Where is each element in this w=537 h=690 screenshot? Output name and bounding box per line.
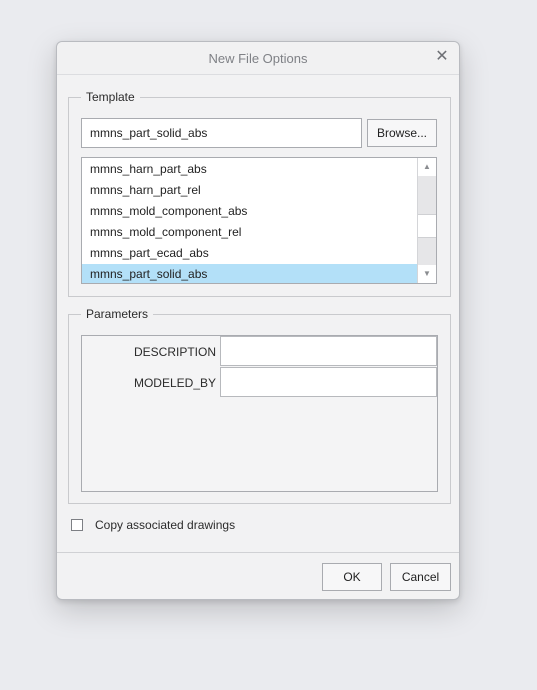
listbox-scrollbar[interactable]: ▲ ▼ [417,158,436,283]
template-group: Template Browse... mmns_harn_part_abs mm… [68,90,451,297]
browse-button[interactable]: Browse... [367,119,437,147]
list-item[interactable]: mmns_mold_component_abs [82,201,417,222]
dialog-title: New File Options [208,51,308,66]
footer-divider [57,552,459,553]
parameters-group: Parameters DESCRIPTION MODELED_BY [68,307,451,504]
param-label-modeled-by: MODELED_BY [133,376,216,390]
template-legend: Template [81,90,140,104]
scroll-up-arrow-icon[interactable]: ▲ [418,158,436,176]
template-listbox[interactable]: mmns_harn_part_abs mmns_harn_part_rel mm… [81,157,437,284]
new-file-options-dialog: New File Options ✕ Template Browse... mm… [56,41,460,600]
description-field[interactable] [220,336,437,366]
copy-drawings-label[interactable]: Copy associated drawings [95,518,235,532]
modeled-by-field[interactable] [220,367,437,397]
cancel-button[interactable]: Cancel [390,563,451,591]
scroll-thumb[interactable] [418,214,436,238]
scroll-down-arrow-icon[interactable]: ▼ [418,265,436,283]
param-label-description: DESCRIPTION [133,345,216,359]
dialog-titlebar: New File Options ✕ [57,42,459,75]
list-item-selected[interactable]: mmns_part_solid_abs [82,264,417,283]
copy-drawings-checkbox[interactable] [71,519,83,531]
ok-button[interactable]: OK [322,563,382,591]
close-icon[interactable]: ✕ [434,49,450,65]
list-item[interactable]: mmns_part_ecad_abs [82,243,417,264]
list-item[interactable]: mmns_harn_part_rel [82,180,417,201]
list-item[interactable]: mmns_mold_component_rel [82,222,417,243]
list-item[interactable]: mmns_harn_part_abs [82,159,417,180]
parameters-table: DESCRIPTION MODELED_BY [81,335,438,492]
parameters-legend: Parameters [81,307,154,321]
template-name-input[interactable] [81,118,362,148]
